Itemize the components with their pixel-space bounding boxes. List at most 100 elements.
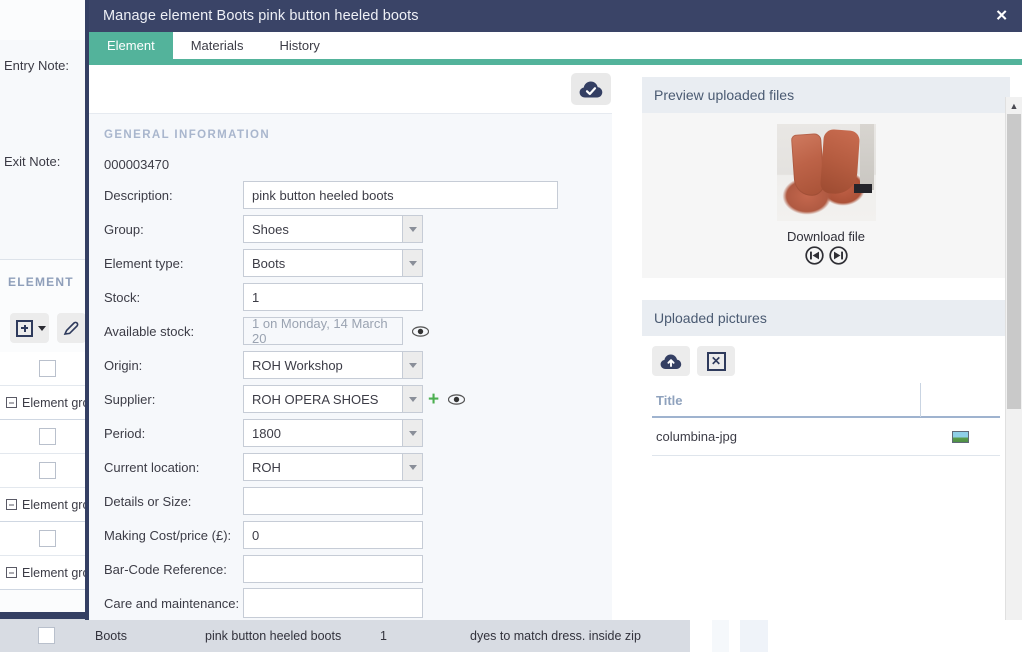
tree-group-row[interactable]: Element grou: [0, 488, 95, 522]
collapse-icon[interactable]: [6, 499, 17, 510]
image-thumb-icon[interactable]: [920, 431, 1000, 443]
description-input[interactable]: pink button heeled boots: [243, 181, 558, 209]
dialog-titlebar: Manage element Boots pink button heeled …: [89, 0, 1022, 32]
tab-element[interactable]: Element: [89, 32, 173, 59]
chevron-down-icon[interactable]: [402, 386, 422, 412]
skip-next-icon[interactable]: [829, 246, 848, 268]
uploaded-toolbar: ✕: [642, 336, 1010, 384]
upload-button[interactable]: [652, 346, 690, 376]
delete-x-icon: ✕: [707, 352, 726, 371]
row-checkbox[interactable]: [39, 530, 56, 547]
element-toolbar: [10, 313, 86, 343]
panel-title: GENERAL INFORMATION: [89, 114, 612, 149]
file-title: columbina-jpg: [652, 429, 920, 444]
eye-icon[interactable]: [412, 326, 429, 337]
details-size-input[interactable]: [243, 487, 423, 515]
dialog-tabs: Element Materials History: [89, 32, 1022, 59]
notes-area: [0, 40, 95, 260]
eye-icon[interactable]: [448, 394, 465, 405]
origin-select[interactable]: ROH Workshop: [243, 351, 423, 379]
tab-history[interactable]: History: [261, 32, 337, 59]
cloud-save-icon: [579, 80, 603, 99]
field-label: Group:: [104, 222, 243, 237]
field-available-stock: Available stock: 1 on Monday, 14 March 2…: [89, 314, 612, 348]
chevron-up-icon[interactable]: ▲: [1006, 97, 1022, 114]
selected-element-row[interactable]: Boots pink button heeled boots 1 dyes to…: [0, 619, 690, 652]
plus-green-icon[interactable]: +: [428, 390, 439, 409]
manage-element-dialog: Manage element Boots pink button heeled …: [85, 0, 1022, 620]
field-description: Description: pink button heeled boots: [89, 178, 612, 212]
field-label: Supplier:: [104, 392, 243, 407]
field-supplier: Supplier: ROH OPERA SHOES +: [89, 382, 612, 416]
collapse-icon[interactable]: [6, 397, 17, 408]
field-label: Current location:: [104, 460, 243, 475]
field-label: Origin:: [104, 358, 243, 373]
caret-down-icon[interactable]: [38, 326, 46, 331]
plus-square-icon: [16, 320, 33, 337]
supplier-value: ROH OPERA SHOES: [244, 392, 402, 407]
chevron-down-icon[interactable]: [402, 250, 422, 276]
save-button[interactable]: [571, 73, 611, 105]
making-cost-input[interactable]: 0: [243, 521, 423, 549]
chevron-down-icon[interactable]: [402, 454, 422, 480]
close-icon[interactable]: ✕: [995, 9, 1008, 24]
row-checkbox[interactable]: [39, 462, 56, 479]
field-details-size: Details or Size:: [89, 484, 612, 518]
files-column: Preview uploaded files Download file: [642, 77, 1010, 456]
skip-previous-icon[interactable]: [805, 246, 824, 268]
field-origin: Origin: ROH Workshop: [89, 348, 612, 382]
row-checkbox[interactable]: [39, 428, 56, 445]
record-id: 000003470: [89, 149, 612, 178]
stock-input[interactable]: 1: [243, 283, 423, 311]
current-location-select[interactable]: ROH: [243, 453, 423, 481]
chevron-down-icon[interactable]: [402, 352, 422, 378]
edit-element-button[interactable]: [57, 313, 86, 343]
column-header-title: Title: [652, 393, 920, 408]
tree-group-row[interactable]: Element grou: [0, 556, 95, 590]
row-type: Boots: [95, 629, 205, 643]
delete-button[interactable]: ✕: [697, 346, 735, 376]
group-select[interactable]: Shoes: [243, 215, 423, 243]
field-stock: Stock: 1: [89, 280, 612, 314]
table-row[interactable]: [0, 522, 95, 556]
field-label: Description:: [104, 188, 243, 203]
tree-group-row[interactable]: Element grou: [0, 386, 95, 420]
tab-materials[interactable]: Materials: [173, 32, 262, 59]
table-row[interactable]: [0, 352, 95, 386]
chevron-down-icon[interactable]: [402, 216, 422, 242]
table-row[interactable]: [0, 454, 95, 488]
element-section-title: ELEMENT: [8, 275, 74, 289]
chevron-down-icon[interactable]: [402, 420, 422, 446]
element-tree-grid: Element grou Element grou Element grou: [0, 352, 95, 590]
field-barcode: Bar-Code Reference:: [89, 552, 612, 586]
care-maintenance-input[interactable]: [243, 588, 423, 618]
dialog-scrollbar[interactable]: ▲ ▼: [1005, 97, 1022, 620]
field-label: Care and maintenance:: [104, 596, 243, 611]
table-row[interactable]: columbina-jpg: [652, 418, 1000, 456]
uploaded-panel-header: Uploaded pictures: [642, 300, 1010, 336]
barcode-input[interactable]: [243, 555, 423, 583]
exit-note-label: Exit Note:: [4, 154, 60, 169]
cloud-upload-icon: [660, 353, 682, 370]
supplier-select[interactable]: ROH OPERA SHOES: [243, 385, 423, 413]
dialog-title: Manage element Boots pink button heeled …: [103, 8, 419, 24]
uploaded-files-table: Title columbina-jpg: [642, 384, 1010, 456]
general-information-panel: GENERAL INFORMATION 000003470 Descriptio…: [89, 113, 612, 620]
collapse-icon[interactable]: [6, 567, 17, 578]
field-element-type: Element type: Boots: [89, 246, 612, 280]
row-checkbox[interactable]: [39, 360, 56, 377]
available-stock-input: 1 on Monday, 14 March 20: [243, 317, 403, 345]
download-file-link[interactable]: Download file: [787, 229, 865, 244]
dialog-body: GENERAL INFORMATION 000003470 Descriptio…: [89, 65, 1022, 620]
add-element-button[interactable]: [10, 313, 49, 343]
row-checkbox[interactable]: [38, 627, 55, 644]
table-row[interactable]: [0, 420, 95, 454]
period-select[interactable]: 1800: [243, 419, 423, 447]
field-label: Element type:: [104, 256, 243, 271]
field-label: Making Cost/price (£):: [104, 528, 243, 543]
preview-image[interactable]: [777, 124, 876, 221]
element-type-select[interactable]: Boots: [243, 249, 423, 277]
pencil-icon: [63, 320, 80, 337]
scrollbar-thumb[interactable]: [1007, 114, 1021, 409]
table-header-row: Title: [652, 384, 1000, 418]
